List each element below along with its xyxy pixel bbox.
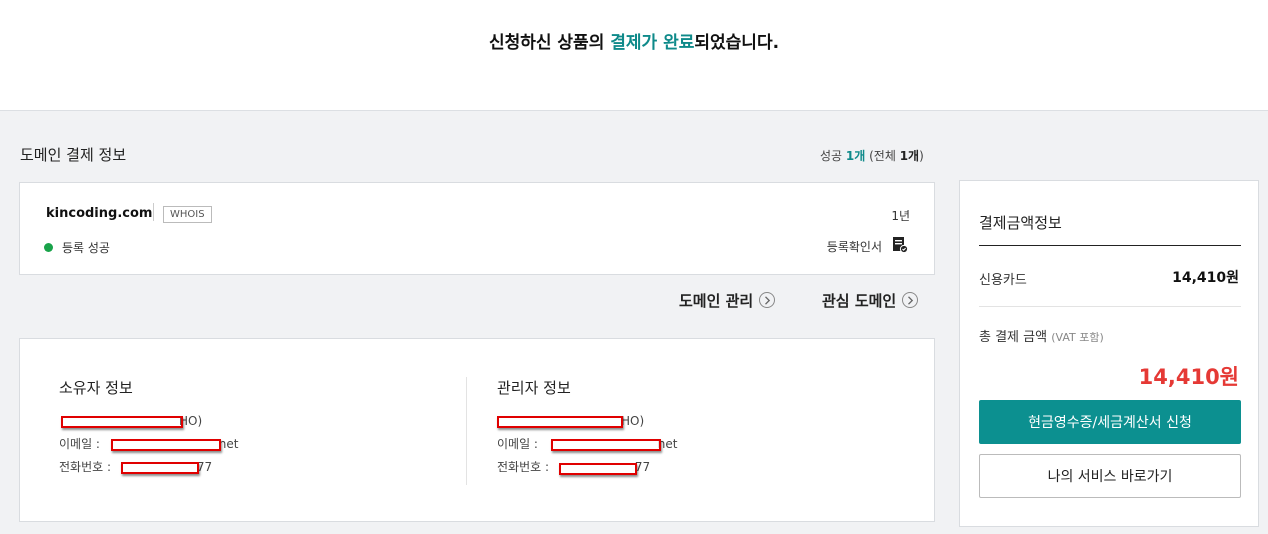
registration-status: 등록 성공 bbox=[62, 241, 110, 255]
domain-name: kincoding.com bbox=[46, 206, 153, 221]
redaction-mark bbox=[551, 439, 661, 451]
divider bbox=[153, 203, 154, 221]
admin-phone-label: 전화번호 : bbox=[497, 460, 553, 474]
divider bbox=[979, 306, 1241, 307]
completion-headline: 신청하신 상품의 결제가 완료되었습니다. bbox=[0, 28, 1268, 53]
admin-name-suffix: HO) bbox=[621, 414, 645, 428]
domain-manage-label: 도메인 관리 bbox=[679, 292, 754, 310]
divider bbox=[979, 245, 1241, 246]
redaction-mark bbox=[61, 416, 183, 428]
owner-email-suffix: net bbox=[218, 437, 239, 451]
admin-info-title: 관리자 정보 bbox=[497, 379, 571, 397]
payment-method-amount: 14,410원 bbox=[1172, 270, 1239, 286]
status-dot-icon bbox=[44, 243, 53, 252]
vat-note: (VAT 포함) bbox=[1051, 331, 1104, 344]
column-divider bbox=[466, 377, 467, 485]
contact-info-card: 소유자 정보 HO) 이메일 : net 전화번호 : 77 관리자 정보 HO… bbox=[19, 338, 935, 522]
admin-email-row: 이메일 : net bbox=[497, 435, 678, 458]
owner-email-row: 이메일 : net bbox=[59, 435, 239, 458]
admin-phone-suffix: 77 bbox=[634, 460, 651, 474]
owner-phone-row: 전화번호 : 77 bbox=[59, 458, 239, 481]
domain-section-title: 도메인 결제 정보 bbox=[20, 146, 127, 164]
admin-info: 관리자 정보 HO) 이메일 : net 전화번호 : 77 bbox=[497, 377, 678, 481]
success-label: 성공 bbox=[820, 149, 846, 163]
registration-period: 1년 bbox=[891, 209, 910, 223]
domain-manage-link[interactable]: 도메인 관리 bbox=[679, 290, 776, 311]
total-amount-label: 총 결제 금액 (VAT 포함) bbox=[979, 326, 1104, 345]
owner-email-label: 이메일 : bbox=[59, 437, 104, 451]
redaction-mark bbox=[121, 462, 199, 474]
total-count: 1개 bbox=[899, 149, 920, 163]
payment-method: 신용카드 bbox=[979, 273, 1027, 288]
total-label: (전체 bbox=[865, 149, 900, 163]
admin-email-label: 이메일 : bbox=[497, 437, 542, 451]
redaction-mark bbox=[497, 416, 623, 428]
registration-certificate-link[interactable]: 등록확인서 bbox=[827, 238, 882, 255]
result-count: 성공 1개 (전체 1개) bbox=[820, 147, 924, 164]
certificate-icon[interactable] bbox=[892, 236, 908, 254]
owner-info-title: 소유자 정보 bbox=[59, 379, 133, 397]
headline-text-post: 되었습니다. bbox=[694, 33, 780, 53]
owner-phone-suffix: 77 bbox=[196, 460, 213, 474]
total-amount: 14,410원 bbox=[1138, 365, 1239, 389]
payment-summary-panel: 결제금액정보 신용카드 14,410원 총 결제 금액 (VAT 포함) 14,… bbox=[959, 180, 1259, 527]
headline-highlight: 결제가 완료 bbox=[610, 33, 695, 53]
interest-domain-link[interactable]: 관심 도메인 bbox=[822, 290, 919, 311]
redaction-mark bbox=[559, 463, 637, 475]
owner-phone-label: 전화번호 : bbox=[59, 460, 115, 474]
redaction-mark bbox=[111, 439, 221, 451]
receipt-request-button[interactable]: 현금영수증/세금계산서 신청 bbox=[979, 400, 1241, 444]
domain-result-card: kincoding.com WHOIS 1년 등록 성공 등록확인서 bbox=[19, 182, 935, 275]
total-label-text: 총 결제 금액 bbox=[979, 330, 1048, 345]
payment-summary-title: 결제금액정보 bbox=[979, 214, 1062, 232]
owner-info: 소유자 정보 HO) 이메일 : net 전화번호 : 77 bbox=[59, 377, 239, 481]
chevron-right-icon bbox=[759, 291, 776, 308]
owner-name-row: HO) bbox=[59, 412, 239, 435]
success-count: 1개 bbox=[845, 149, 866, 163]
interest-domain-label: 관심 도메인 bbox=[822, 292, 897, 310]
headline-text-pre: 신청하신 상품의 bbox=[488, 33, 611, 53]
completion-banner: 신청하신 상품의 결제가 완료되었습니다. bbox=[0, 0, 1268, 111]
count-close-paren: ) bbox=[919, 149, 924, 163]
chevron-right-icon bbox=[902, 291, 919, 308]
quick-links: 도메인 관리 관심 도메인 bbox=[0, 290, 935, 312]
whois-button[interactable]: WHOIS bbox=[163, 206, 212, 223]
admin-phone-row: 전화번호 : 77 bbox=[497, 458, 678, 481]
admin-name-row: HO) bbox=[497, 412, 678, 435]
my-service-button[interactable]: 나의 서비스 바로가기 bbox=[979, 454, 1241, 498]
